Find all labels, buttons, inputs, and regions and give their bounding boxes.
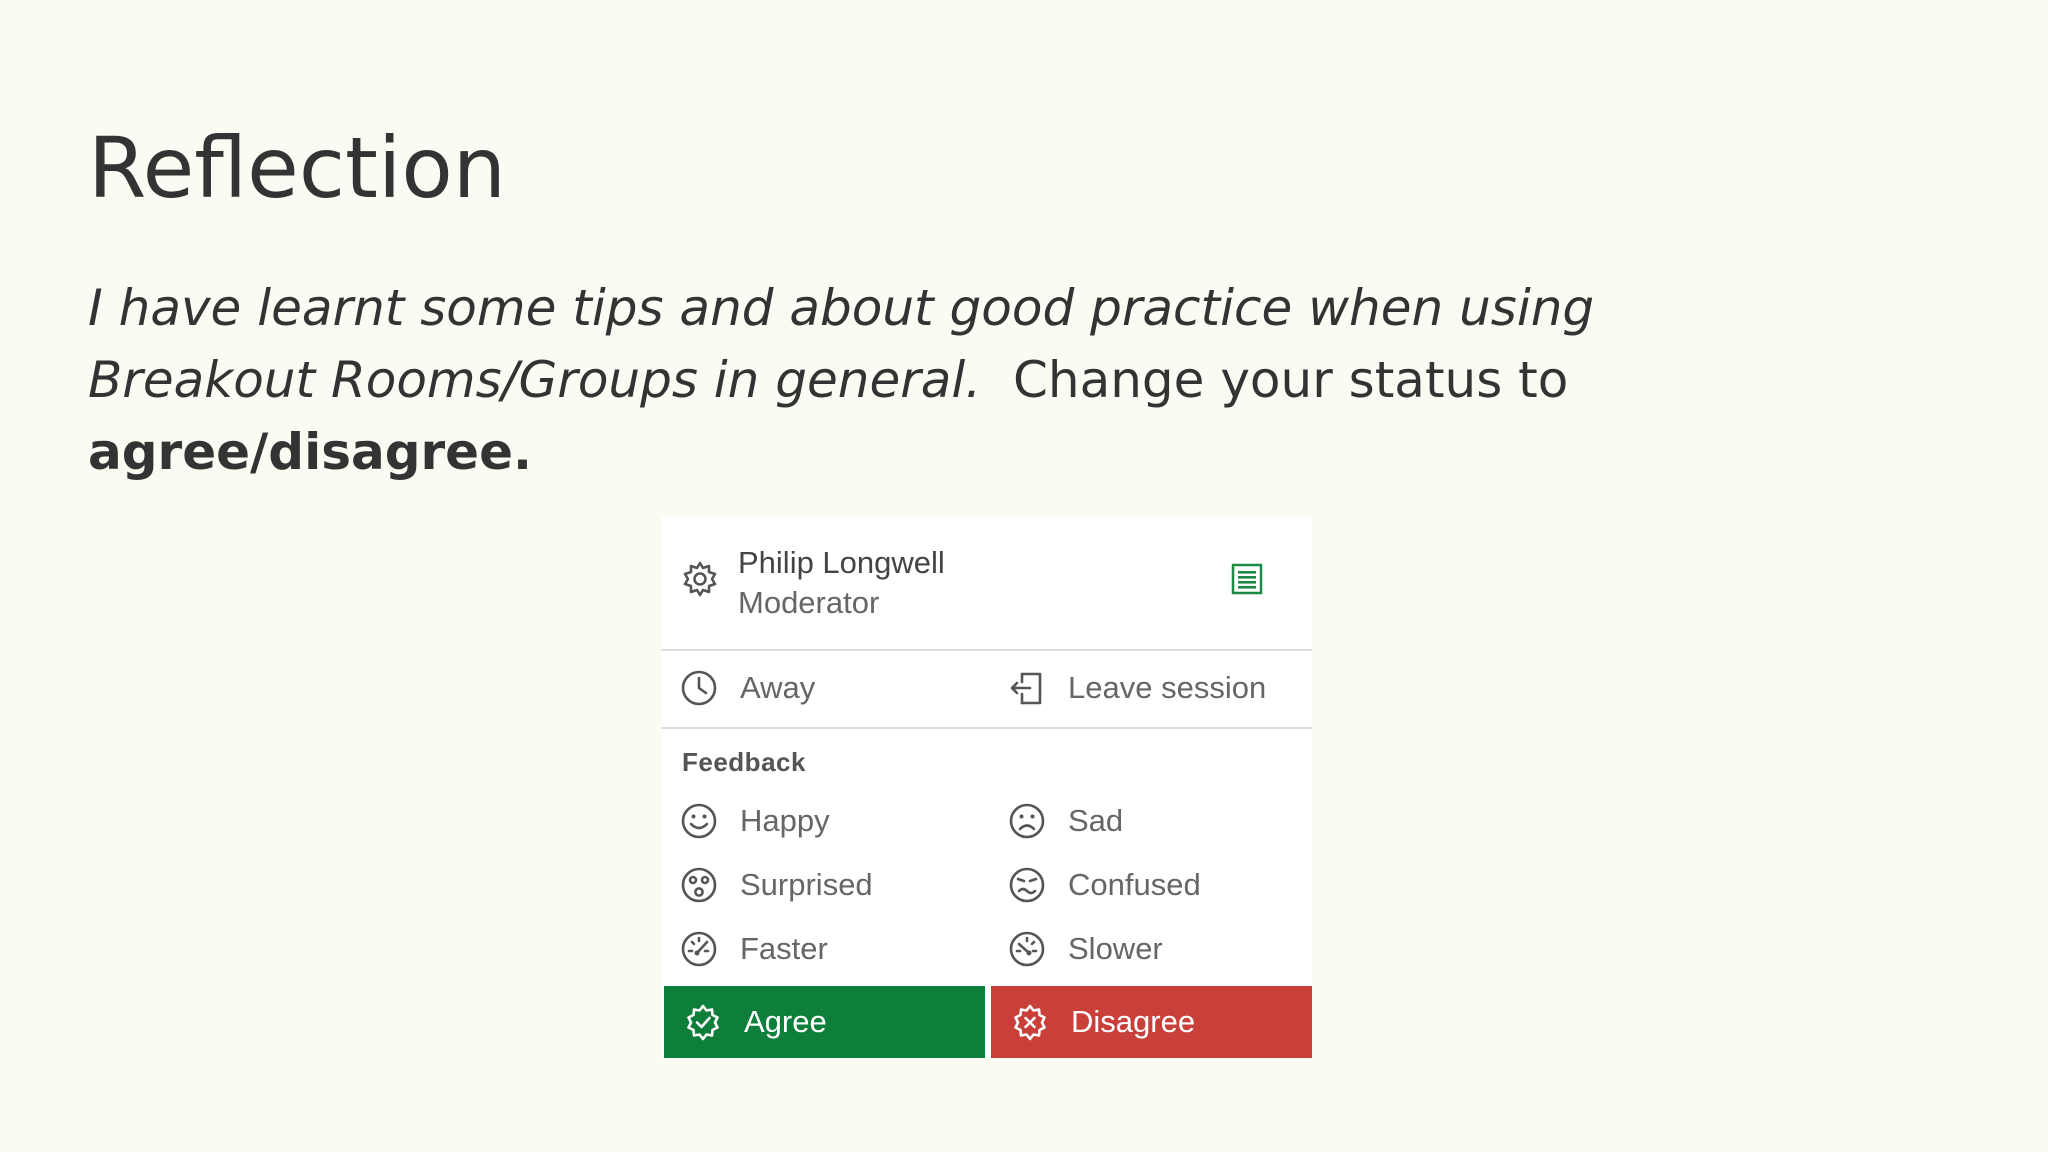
speedometer-slow-icon [1009,931,1045,967]
feedback-heading: Feedback [682,747,806,777]
feedback-faster[interactable]: Faster [680,925,828,973]
check-badge-icon [687,1004,719,1041]
leave-session-option[interactable]: Leave session [1008,664,1266,712]
disagree-button[interactable]: Disagree [991,986,1312,1058]
prompt-bold-text: agree/disagree. [88,423,532,481]
feedback-sad[interactable]: Sad [1008,797,1123,845]
leave-session-label: Leave session [1068,670,1267,705]
agree-button[interactable]: Agree [664,986,985,1058]
slower-label: Slower [1068,931,1163,966]
away-label: Away [740,670,816,705]
list-icon[interactable] [1231,563,1263,595]
prompt-plain-text: Change your status to [1013,351,1569,409]
reflection-prompt: I have learnt some tips and about good p… [88,272,1808,488]
gear-icon[interactable] [680,559,720,599]
sad-face-icon [1009,803,1045,839]
feedback-slower[interactable]: Slower [1008,925,1163,973]
surprised-face-icon [681,867,717,903]
away-option[interactable]: Away [680,664,815,712]
slide-title: Reflection [88,119,506,217]
user-role: Moderator [738,585,880,620]
feedback-confused[interactable]: Confused [1008,861,1201,909]
surprised-label: Surprised [740,867,873,902]
feedback-surprised[interactable]: Surprised [680,861,873,909]
confused-face-icon [1009,867,1045,903]
feedback-happy[interactable]: Happy [680,797,830,845]
faster-label: Faster [740,931,828,966]
sad-label: Sad [1068,803,1124,838]
panel-header: Philip Longwell Moderator [661,517,1312,651]
happy-label: Happy [740,803,830,838]
agree-label: Agree [744,1004,827,1039]
confused-label: Confused [1068,867,1201,902]
user-name: Philip Longwell [738,545,945,580]
exit-door-icon [1010,672,1042,705]
clock-icon [681,670,717,706]
speedometer-fast-icon [681,931,717,967]
disagree-label: Disagree [1071,1004,1196,1039]
smile-icon [681,803,717,839]
status-panel: Philip Longwell Moderator Away Leave ses… [661,517,1312,1058]
x-badge-icon [1014,1004,1046,1041]
